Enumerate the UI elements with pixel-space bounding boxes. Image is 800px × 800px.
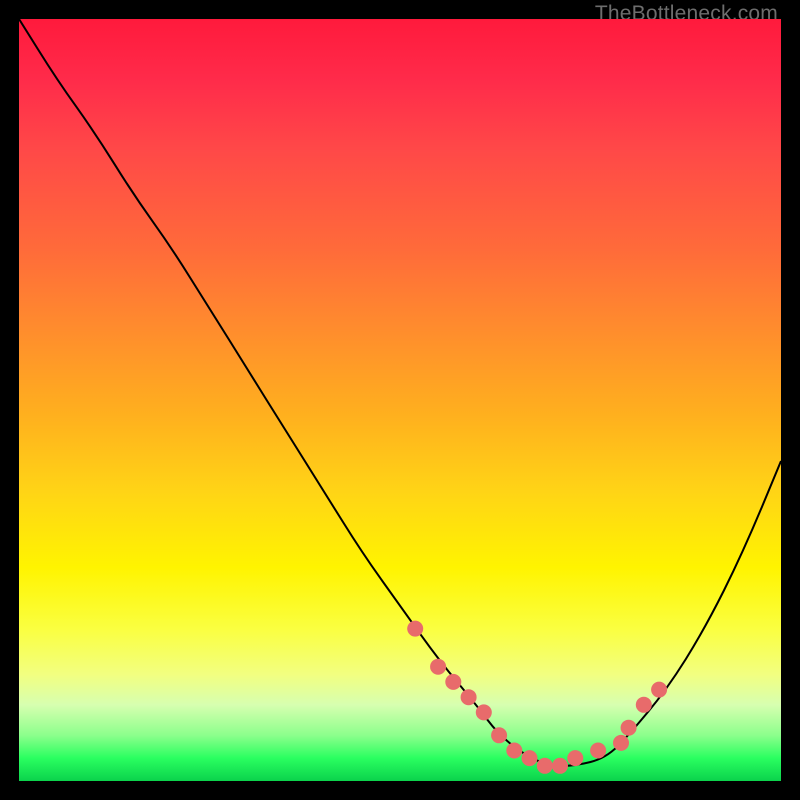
marker-dot — [445, 674, 461, 690]
marker-dot — [567, 750, 583, 766]
bottleneck-curve — [19, 19, 781, 766]
plot-area — [19, 19, 781, 781]
marker-dot — [651, 682, 667, 698]
marker-dot — [613, 735, 629, 751]
marker-dot — [430, 659, 446, 675]
marker-dot — [476, 704, 492, 720]
marker-dot — [552, 758, 568, 774]
chart-container: TheBottleneck.com — [0, 0, 800, 800]
marker-dot — [636, 697, 652, 713]
marker-dot — [491, 727, 507, 743]
marker-dot — [506, 743, 522, 759]
marker-dot — [522, 750, 538, 766]
marker-dot-group — [407, 621, 667, 774]
marker-dot — [621, 720, 637, 736]
marker-dot — [461, 689, 477, 705]
marker-dot — [407, 621, 423, 637]
curve-layer — [19, 19, 781, 781]
marker-dot — [590, 743, 606, 759]
marker-dot — [537, 758, 553, 774]
